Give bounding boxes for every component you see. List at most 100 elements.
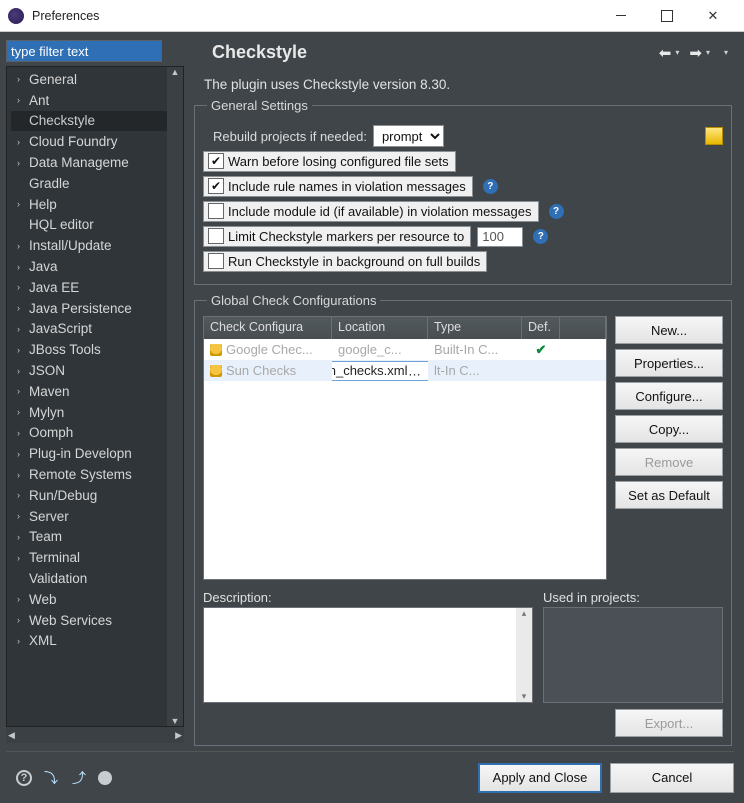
configure-button[interactable]: Configure...	[615, 382, 723, 410]
expand-icon[interactable]: ›	[17, 262, 29, 272]
description-textarea[interactable]: ▴▾	[203, 607, 533, 703]
cancel-button[interactable]: Cancel	[610, 763, 734, 793]
horizontal-scrollbar[interactable]: ◀▶	[6, 727, 184, 743]
tree-item-help[interactable]: ›Help	[11, 194, 183, 215]
tree-item-run-debug[interactable]: ›Run/Debug	[11, 485, 183, 506]
tree-item-install-update[interactable]: ›Install/Update	[11, 235, 183, 256]
expand-icon[interactable]: ›	[17, 470, 29, 480]
forward-history-dropdown[interactable]: ▾	[706, 48, 710, 57]
warn-checkbox-row[interactable]: Warn before losing configured file sets	[203, 151, 456, 172]
rebuild-select[interactable]: prompt	[373, 125, 444, 147]
warn-checkbox[interactable]	[208, 153, 224, 169]
tree-item-team[interactable]: ›Team	[11, 527, 183, 548]
expand-icon[interactable]: ›	[17, 158, 29, 168]
tree-item-validation[interactable]: Validation	[11, 568, 183, 589]
tree-item-terminal[interactable]: ›Terminal	[11, 547, 183, 568]
help-icon[interactable]: ?	[16, 770, 32, 786]
tree-item-javascript[interactable]: ›JavaScript	[11, 319, 183, 340]
new-button[interactable]: New...	[615, 316, 723, 344]
tree-item-cloud-foundry[interactable]: ›Cloud Foundry	[11, 131, 183, 152]
vertical-scrollbar[interactable]: ▲▼	[167, 67, 183, 726]
col-default[interactable]: Def.	[522, 317, 560, 339]
expand-icon[interactable]: ›	[17, 553, 29, 563]
back-icon[interactable]: ⬅	[659, 44, 672, 62]
tree-item-general[interactable]: ›General	[11, 69, 183, 90]
tree-item-jboss-tools[interactable]: ›JBoss Tools	[11, 339, 183, 360]
expand-icon[interactable]: ›	[17, 407, 29, 417]
expand-icon[interactable]: ›	[17, 74, 29, 84]
expand-icon[interactable]: ›	[17, 241, 29, 251]
window-minimize-button[interactable]	[598, 0, 644, 32]
apply-and-close-button[interactable]: Apply and Close	[478, 763, 602, 793]
category-tree[interactable]: ›General›AntCheckstyle›Cloud Foundry›Dat…	[7, 67, 183, 651]
include-module-row[interactable]: Include module id (if available) in viol…	[203, 201, 539, 222]
col-check-configuration[interactable]: Check Configura	[204, 317, 332, 339]
tree-item-json[interactable]: ›JSON	[11, 360, 183, 381]
export-icon[interactable]: ⤴	[70, 769, 88, 787]
refresh-icon[interactable]	[705, 127, 723, 145]
expand-icon[interactable]: ›	[17, 282, 29, 292]
table-row[interactable]: Sun Checks lt-In C...	[204, 360, 606, 381]
forward-icon[interactable]: ➡	[689, 44, 702, 62]
tree-item-java[interactable]: ›Java	[11, 256, 183, 277]
limit-checkbox[interactable]	[208, 228, 224, 244]
expand-icon[interactable]: ›	[17, 636, 29, 646]
col-location[interactable]: Location	[332, 317, 428, 339]
expand-icon[interactable]: ›	[17, 345, 29, 355]
table-row[interactable]: Google Chec... google_c... Built-In C...…	[204, 339, 606, 360]
expand-icon[interactable]: ›	[17, 137, 29, 147]
vertical-scrollbar[interactable]: ▴▾	[516, 608, 532, 702]
expand-icon[interactable]: ›	[17, 303, 29, 313]
tree-item-ant[interactable]: ›Ant	[11, 90, 183, 111]
back-history-dropdown[interactable]: ▾	[675, 48, 679, 57]
import-icon[interactable]: ⤵	[42, 769, 60, 787]
tree-item-oomph[interactable]: ›Oomph	[11, 423, 183, 444]
expand-icon[interactable]: ›	[17, 449, 29, 459]
tree-item-checkstyle[interactable]: Checkstyle	[11, 111, 183, 132]
expand-icon[interactable]: ›	[17, 386, 29, 396]
expand-icon[interactable]: ›	[17, 366, 29, 376]
help-icon[interactable]: ?	[549, 204, 564, 219]
help-icon[interactable]: ?	[533, 229, 548, 244]
expand-icon[interactable]: ›	[17, 511, 29, 521]
tree-item-web-services[interactable]: ›Web Services	[11, 610, 183, 631]
tree-item-mylyn[interactable]: ›Mylyn	[11, 402, 183, 423]
tree-item-java-persistence[interactable]: ›Java Persistence	[11, 298, 183, 319]
expand-icon[interactable]: ›	[17, 615, 29, 625]
background-checkbox[interactable]	[208, 253, 224, 269]
export-button[interactable]: Export...	[615, 709, 723, 737]
configs-table[interactable]: Check Configura Location Type Def. Googl…	[203, 316, 607, 580]
filter-input[interactable]	[6, 40, 162, 62]
limit-row[interactable]: Limit Checkstyle markers per resource to	[203, 226, 471, 247]
set-default-button[interactable]: Set as Default	[615, 481, 723, 509]
remove-button[interactable]: Remove	[615, 448, 723, 476]
col-type[interactable]: Type	[428, 317, 522, 339]
tree-item-server[interactable]: ›Server	[11, 506, 183, 527]
properties-button[interactable]: Properties...	[615, 349, 723, 377]
tree-item-plug-in-developn[interactable]: ›Plug-in Developn	[11, 443, 183, 464]
include-names-checkbox[interactable]	[208, 178, 224, 194]
tree-item-java-ee[interactable]: ›Java EE	[11, 277, 183, 298]
tree-item-maven[interactable]: ›Maven	[11, 381, 183, 402]
expand-icon[interactable]: ›	[17, 428, 29, 438]
background-row[interactable]: Run Checkstyle in background on full bui…	[203, 251, 487, 272]
location-cell-input[interactable]	[332, 361, 428, 381]
tree-item-data-manageme[interactable]: ›Data Manageme	[11, 152, 183, 173]
tree-item-xml[interactable]: ›XML	[11, 631, 183, 652]
window-close-button[interactable]	[690, 0, 736, 32]
copy-button[interactable]: Copy...	[615, 415, 723, 443]
tree-item-hql-editor[interactable]: HQL editor	[11, 215, 183, 236]
expand-icon[interactable]: ›	[17, 532, 29, 542]
oomph-record-icon[interactable]	[98, 771, 112, 785]
help-icon[interactable]: ?	[483, 179, 498, 194]
page-menu-dropdown[interactable]: ▾	[724, 48, 728, 57]
include-names-row[interactable]: Include rule names in violation messages	[203, 176, 473, 197]
limit-input[interactable]	[477, 227, 523, 247]
window-maximize-button[interactable]	[644, 0, 690, 32]
expand-icon[interactable]: ›	[17, 95, 29, 105]
expand-icon[interactable]: ›	[17, 490, 29, 500]
expand-icon[interactable]: ›	[17, 324, 29, 334]
expand-icon[interactable]: ›	[17, 594, 29, 604]
tree-item-remote-systems[interactable]: ›Remote Systems	[11, 464, 183, 485]
tree-item-gradle[interactable]: Gradle	[11, 173, 183, 194]
